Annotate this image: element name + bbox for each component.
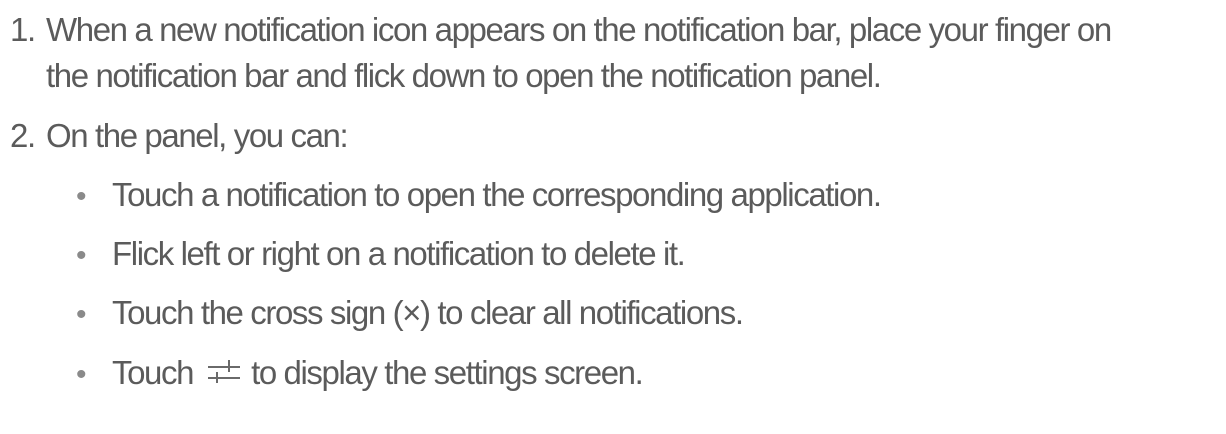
bullet-text-before-icon: Touch	[112, 354, 194, 391]
step-1-text-line-2: the notification bar and flick down to o…	[46, 57, 882, 94]
bullet-item: • Touch the cross sign (×) to clear all n…	[76, 293, 744, 335]
bullet-text-after-icon: to display the settings screen.	[251, 354, 644, 391]
step-2-text: On the panel, you can:	[46, 117, 349, 154]
step-1-text-line-1: When a new notification icon appears on …	[46, 11, 1112, 48]
settings-sliders-icon	[207, 353, 241, 393]
bullet-marker: •	[76, 298, 87, 331]
bullet-marker: •	[76, 358, 87, 391]
step-2-number: 2.	[10, 117, 36, 154]
instructions-page: 1. When a new notification icon appears o…	[0, 0, 1226, 434]
bullet-item: • Touch a notification to open the corres…	[76, 175, 882, 217]
bullet-text: Touch the cross sign (×) to clear all no…	[112, 294, 744, 331]
step-1-number: 1.	[10, 11, 36, 48]
bullet-text: Touch a notification to open the corresp…	[112, 176, 882, 213]
bullet-text: Flick left or right on a notification to…	[112, 235, 686, 272]
bullet-marker: •	[76, 180, 87, 213]
bullet-item: • Touch to display the settings screen.	[76, 353, 644, 395]
bullet-marker: •	[76, 239, 87, 272]
step-2-line: 2. On the panel, you can:	[10, 116, 349, 156]
step-1-line-2: the notification bar and flick down to o…	[46, 56, 882, 96]
step-1-line-1: 1. When a new notification icon appears o…	[10, 10, 1112, 50]
bullet-item: • Flick left or right on a notification t…	[76, 234, 686, 276]
